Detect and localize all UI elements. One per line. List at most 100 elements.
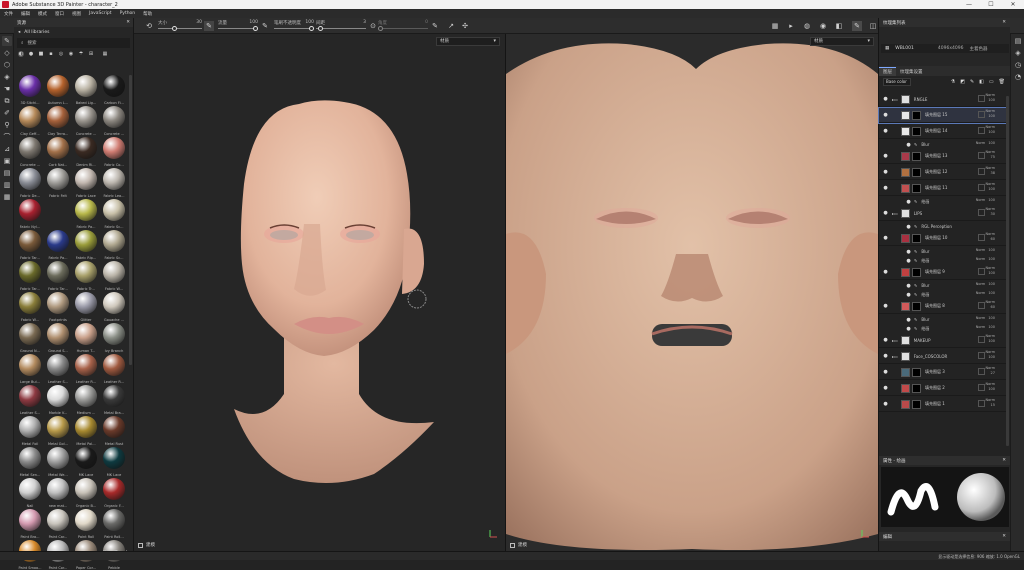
add-mask-icon[interactable]: ◩ [960, 79, 965, 85]
layer-settings-checkbox[interactable] [978, 336, 985, 343]
layer-blend-opacity[interactable]: Norm 100 [985, 182, 995, 192]
layer-row[interactable]: ● 填充图层 10 Norm 60 [879, 231, 1007, 246]
layer-opacity-value[interactable]: 100 [988, 248, 995, 253]
material-thumbnail[interactable]: Human T... [73, 323, 99, 353]
filter-generators-icon[interactable]: ◉ [68, 51, 74, 57]
add-effect-icon[interactable]: ⚗ [951, 79, 955, 85]
layer-mask-thumbnail[interactable] [912, 267, 921, 277]
material-thumbnail[interactable]: Fabric Sc... [101, 230, 127, 260]
spacing-knob[interactable] [318, 26, 323, 31]
layer-opacity-value[interactable]: 60 [985, 305, 995, 310]
visibility-eye-icon[interactable]: ● [882, 353, 889, 359]
material-thumbnail[interactable]: Fabric Tar... [17, 230, 43, 260]
flow-pressure-icon[interactable]: ✎ [260, 21, 270, 31]
folder-icon[interactable]: ▸▭ [892, 354, 898, 359]
layer-settings-checkbox[interactable] [978, 168, 985, 175]
menu-window[interactable]: 窗口 [55, 11, 64, 17]
material-thumbnail[interactable]: Fabric Tr... [73, 261, 99, 291]
layer-blend-opacity[interactable]: Norm 100 [985, 125, 995, 135]
viewport-rotate-icon[interactable]: ◍ [802, 21, 812, 31]
layer-effect-row[interactable]: ● ✎ 绘画 Norm 100 [879, 324, 1007, 333]
layer-opacity-value[interactable]: 100 [985, 355, 995, 360]
assets-icon[interactable]: ▦ [2, 192, 12, 202]
layer-blend-opacity[interactable]: Norm 100 [985, 382, 995, 392]
pen-pressure-icon[interactable]: ✎ [204, 21, 214, 31]
material-thumbnail[interactable]: Baked Lig... [73, 75, 99, 105]
layer-settings-checkbox[interactable] [978, 111, 985, 118]
visibility-eye-icon[interactable]: ● [882, 337, 889, 343]
layer-opacity-value[interactable]: 100 [985, 339, 995, 344]
close-button[interactable]: ✕ [1002, 0, 1024, 9]
material-thumbnail[interactable]: Paint Bra... [17, 509, 43, 539]
layer-folder-row[interactable]: ● ▸▭ RNGLE Norm 100 [879, 92, 1007, 107]
layer-row[interactable]: ● 填充图层 2 Norm 100 [879, 381, 1007, 396]
visibility-eye-icon[interactable]: ● [882, 235, 889, 241]
layer-effect-row[interactable]: ● ✎ Blur Norm 100 [879, 281, 1007, 290]
menu-edit[interactable]: 编辑 [21, 11, 30, 17]
layer-mask-thumbnail[interactable] [912, 233, 921, 243]
display-settings-side-icon[interactable]: ◔ [1013, 72, 1023, 82]
filter-smart-materials-icon[interactable]: ● [28, 51, 34, 57]
layer-folder-row[interactable]: ● ▸▭ Face_COSCOLOR Norm 100 [879, 349, 1007, 364]
material-thumbnail[interactable]: Ivy Branch [101, 323, 127, 353]
layer-blend-mode[interactable]: Norm [976, 291, 986, 296]
layer-settings-checkbox[interactable] [978, 268, 985, 275]
material-thumbnail[interactable]: new mat... [45, 478, 71, 508]
smudge-tool-icon[interactable]: ☚ [2, 84, 12, 94]
layer-blend-opacity[interactable]: Norm 100 [985, 93, 995, 103]
visibility-eye-icon[interactable]: ● [905, 283, 912, 289]
material-thumbnail[interactable]: Organic F... [101, 478, 127, 508]
material-thumbnail[interactable]: Metal Gol... [45, 416, 71, 446]
material-thumbnail[interactable]: Fabric Co... [101, 137, 127, 167]
delete-layer-icon[interactable]: 🗑 [999, 79, 1005, 85]
material-thumbnail[interactable]: Fabric Lace [73, 168, 99, 198]
material-thumbnail[interactable]: Paint Car... [45, 509, 71, 539]
material-thumbnail[interactable]: Fabric Rip... [73, 230, 99, 260]
material-thumbnail[interactable]: Leather S... [17, 385, 43, 415]
material-thumbnail[interactable]: Fabric Sc... [101, 199, 127, 229]
layer-blend-mode[interactable]: Norm [976, 282, 986, 287]
visibility-eye-icon[interactable]: ● [882, 185, 889, 191]
layer-opacity-value[interactable]: 100 [985, 98, 995, 103]
visibility-eye-icon[interactable]: ● [882, 210, 889, 216]
material-thumbnail[interactable]: Metal Bra... [101, 385, 127, 415]
layer-opacity-value[interactable]: 100 [988, 316, 995, 321]
layer-row[interactable]: ● 填充图层 1 Norm 15 [879, 397, 1007, 412]
camera-zoom-icon[interactable]: ▸ [786, 21, 796, 31]
layer-opacity-value[interactable]: 100 [985, 271, 995, 276]
angle-pressure-icon[interactable]: ✎ [430, 21, 440, 31]
layer-blend-mode[interactable]: Norm [976, 257, 986, 262]
layer-mask-thumbnail[interactable] [912, 126, 921, 136]
layer-settings-checkbox[interactable] [978, 209, 985, 216]
layer-row[interactable]: ● 填充图层 11 Norm 100 [879, 181, 1007, 196]
history-close-icon[interactable]: ✕ [1002, 534, 1006, 539]
layer-settings-checkbox[interactable] [978, 184, 985, 191]
log-icon[interactable]: ▥ [2, 180, 12, 190]
add-fill-layer-icon[interactable]: ◧ [979, 79, 984, 85]
viewport-2d-mode-dropdown[interactable]: 材质 [810, 37, 874, 46]
history-icon[interactable]: ◷ [1013, 60, 1023, 70]
visibility-eye-icon[interactable]: ● [882, 269, 889, 275]
material-thumbnail[interactable]: Metal Rust [101, 416, 127, 446]
layer-opacity-value[interactable]: 100 [985, 130, 995, 135]
stroke-opacity-knob[interactable] [309, 26, 314, 31]
layer-blend-opacity[interactable]: Norm 100 [976, 141, 995, 146]
eraser-tool-icon[interactable]: ◇ [2, 48, 12, 58]
visibility-eye-icon[interactable]: ● [905, 142, 912, 148]
material-thumbnail[interactable]: Fabric Pa... [73, 199, 99, 229]
layer-opacity-value[interactable]: 100 [985, 114, 995, 119]
clone-tool-icon[interactable]: ⧉ [2, 96, 12, 106]
material-thumbnail[interactable]: Fabric Pa... [45, 230, 71, 260]
layer-blend-opacity[interactable]: Norm 75 [985, 150, 995, 160]
angle-slider[interactable]: 角度 0 [378, 20, 428, 32]
search-input[interactable]: 搜索 [28, 40, 37, 46]
layer-blend-mode[interactable]: Norm [976, 248, 986, 253]
layer-effect-row[interactable]: ● ✎ 绘画 Norm 100 [879, 197, 1007, 206]
layer-mask-thumbnail[interactable] [912, 167, 921, 177]
render-icon[interactable]: ◉ [818, 21, 828, 31]
visibility-eye-icon[interactable]: ● [882, 369, 889, 375]
layers-panel-icon[interactable]: ◈ [1013, 48, 1023, 58]
symmetry-icon[interactable]: ⟲ [144, 21, 154, 31]
material-thumbnail[interactable]: Denim Ri... [73, 137, 99, 167]
folder-icon[interactable]: ▸▭ [892, 97, 898, 102]
